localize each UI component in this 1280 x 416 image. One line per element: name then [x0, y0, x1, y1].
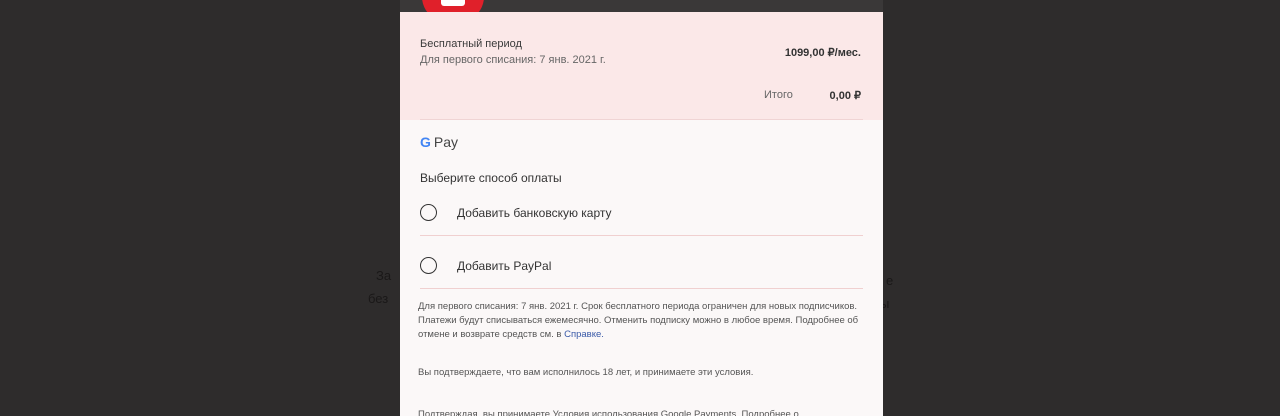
add-paypal-option[interactable]: Добавить PayPal	[420, 243, 863, 289]
summary-price: 1099,00 ₽/мес.	[784, 47, 861, 59]
legal-text: Для первого списания: 7 янв. 2021 г. Сро…	[418, 300, 861, 342]
option-label: Добавить банковскую карту	[457, 205, 612, 220]
backdrop-text: без	[368, 291, 389, 306]
payment-method-title: Выберите способ оплаты	[420, 171, 562, 185]
brand-logo-mark-icon	[441, 0, 465, 6]
divider	[420, 119, 863, 120]
help-link[interactable]: Справке.	[564, 329, 604, 340]
age-confirmation-text: Вы подтверждаете, что вам исполнилось 18…	[418, 367, 754, 378]
backdrop-text: За	[376, 268, 392, 283]
google-pay-logo: G Pay	[420, 134, 458, 150]
total-value: 0,00 ₽	[829, 90, 861, 102]
terms-text: Подтверждая, вы принимаете Условия испол…	[418, 409, 799, 416]
option-label: Добавить PayPal	[457, 258, 552, 273]
radio-button[interactable]	[420, 204, 437, 221]
legal-paragraph: Для первого списания: 7 янв. 2021 г. Сро…	[418, 301, 859, 340]
payment-sheet: Бесплатный период Для первого списания: …	[400, 0, 883, 416]
gpay-label: Pay	[433, 134, 459, 150]
radio-button[interactable]	[420, 257, 437, 274]
google-g-icon: G	[420, 134, 431, 150]
order-summary: Бесплатный период Для первого списания: …	[400, 12, 883, 120]
total-label: Итого	[764, 89, 793, 101]
backdrop-text: е	[886, 273, 894, 288]
add-card-option[interactable]: Добавить банковскую карту	[420, 190, 863, 236]
